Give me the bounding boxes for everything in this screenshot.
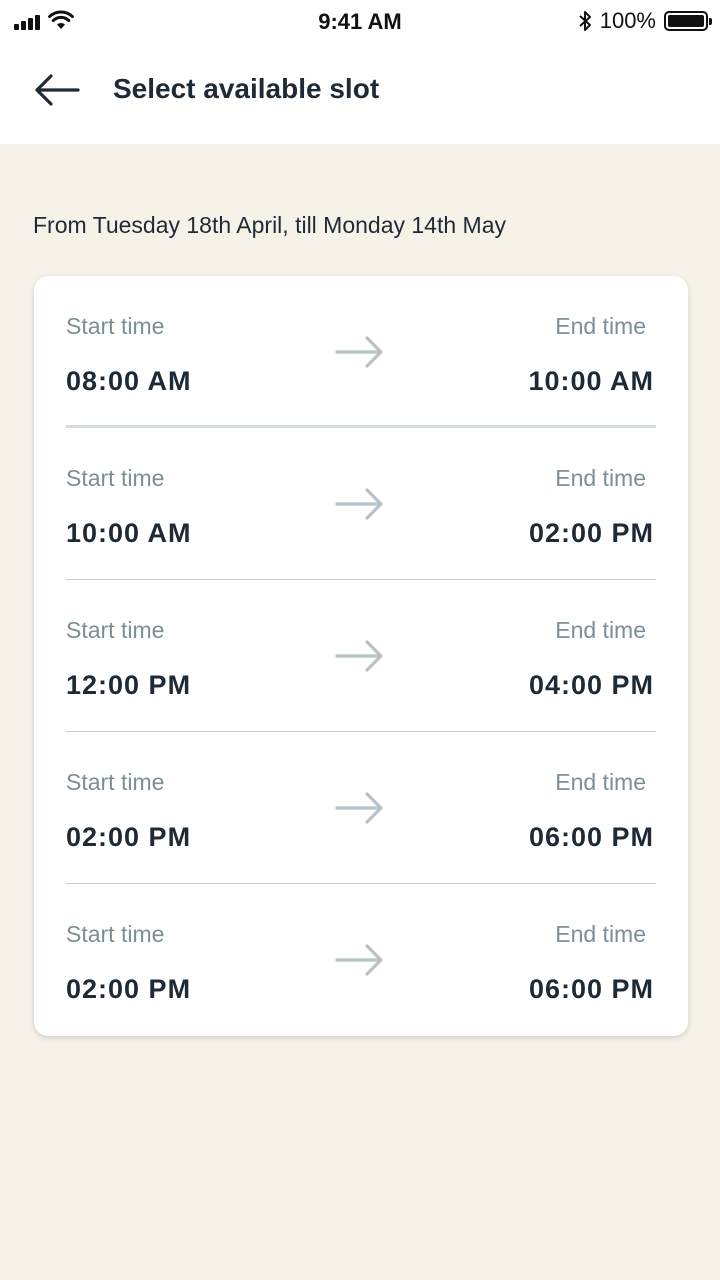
start-time-label: Start time (66, 617, 165, 643)
bluetooth-icon (579, 11, 591, 31)
end-time-label: End time (555, 313, 646, 339)
arrow-right-icon (335, 944, 383, 976)
start-time-label: Start time (66, 313, 165, 339)
arrow-left-icon (35, 74, 80, 106)
arrow-right-icon (335, 336, 383, 368)
status-right: 100% (578, 8, 712, 34)
slot-item[interactable]: Start time 10:00 AM End time 02:00 PM (34, 428, 688, 580)
end-time-value: 04:00 PM (528, 670, 654, 700)
start-time-label: Start time (66, 465, 165, 491)
arrow-right-icon (335, 792, 383, 824)
start-time-value: 02:00 PM (66, 822, 192, 852)
end-time-label: End time (555, 617, 646, 643)
end-time-value: 02:00 PM (528, 518, 654, 548)
start-time-label: Start time (66, 921, 165, 947)
end-time-label: End time (555, 921, 646, 947)
arrow-right-icon (335, 640, 383, 672)
start-time-label: Start time (66, 769, 165, 795)
arrow-right-icon (335, 488, 383, 520)
slot-item[interactable]: Start time 02:00 PM End time 06:00 PM (34, 732, 688, 884)
end-time-value: 06:00 PM (528, 822, 654, 852)
end-time-label: End time (555, 769, 646, 795)
battery-percent: 100% (599, 8, 656, 33)
start-time-value: 12:00 PM (66, 670, 192, 700)
end-time-value: 06:00 PM (528, 974, 654, 1004)
slot-list: Start time 08:00 AM End time 10:00 AM St… (34, 276, 688, 1036)
end-time-label: End time (555, 465, 646, 491)
page-title: Select available slot (113, 73, 380, 104)
start-time-value: 08:00 AM (66, 366, 192, 396)
battery-icon (664, 11, 712, 31)
start-time-value: 02:00 PM (66, 974, 192, 1004)
status-bar: 9:41 AM 100% (0, 0, 720, 44)
slot-item[interactable]: Start time 02:00 PM End time 06:00 PM (34, 884, 688, 1036)
slot-item[interactable]: Start time 08:00 AM End time 10:00 AM (34, 276, 688, 428)
end-time-value: 10:00 AM (528, 366, 654, 396)
date-range-text: From Tuesday 18th April, till Monday 14t… (33, 212, 506, 238)
back-button[interactable] (30, 70, 82, 110)
slot-item[interactable]: Start time 12:00 PM End time 04:00 PM (34, 580, 688, 732)
app-header: 9:41 AM 100% Select available slot (0, 0, 720, 144)
start-time-value: 10:00 AM (66, 518, 192, 548)
